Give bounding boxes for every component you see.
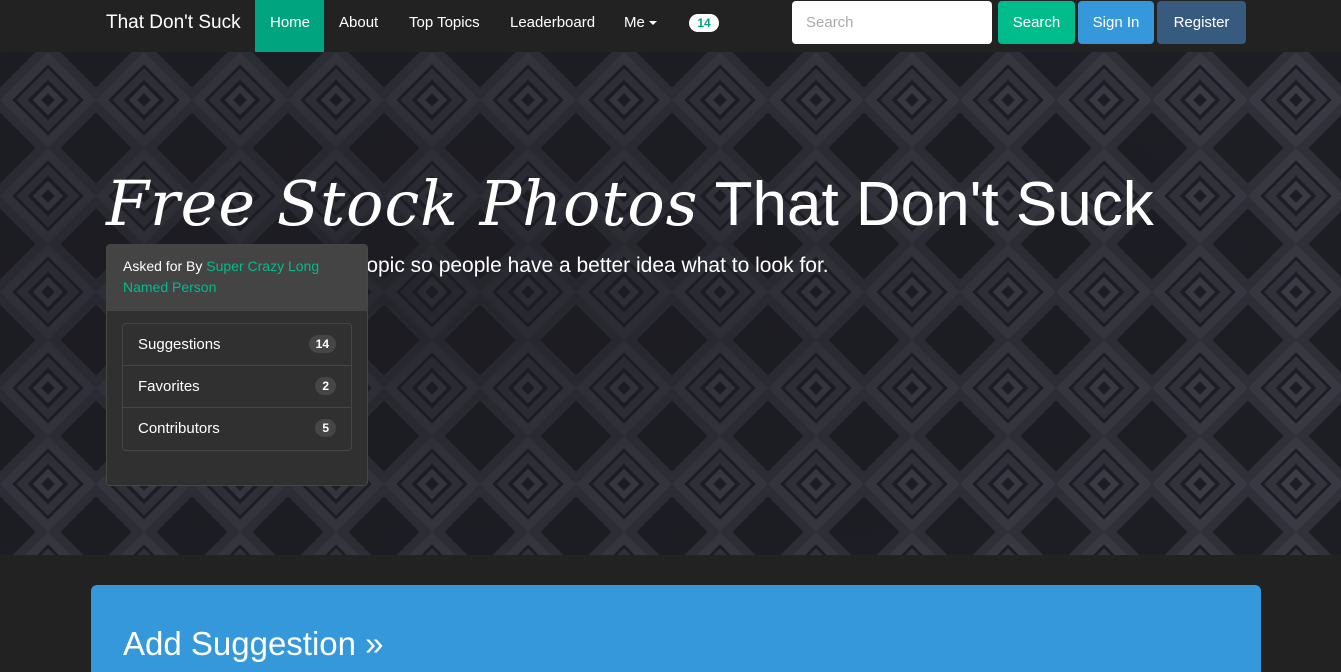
stat-label: Suggestions	[138, 336, 221, 353]
stats-list: Suggestions 14 Favorites 2 Contributors …	[122, 323, 352, 451]
sign-in-button[interactable]: Sign In	[1078, 1, 1154, 44]
nav-me-label: Me	[624, 14, 645, 31]
add-suggestion-jumbotron: Add Suggestion »	[91, 585, 1261, 672]
notification-badge[interactable]: 14	[689, 14, 719, 32]
hero-title: Free Stock Photos That Don't Suck	[106, 164, 1154, 245]
nav-about[interactable]: About	[324, 0, 393, 52]
register-button[interactable]: Register	[1157, 1, 1246, 44]
stat-label: Contributors	[138, 420, 220, 437]
panel-heading: Asked for By Super Crazy Long Named Pers…	[107, 245, 367, 311]
count-badge: 14	[308, 335, 336, 353]
list-item-favorites[interactable]: Favorites 2	[123, 366, 351, 408]
search-button[interactable]: Search	[998, 1, 1075, 44]
list-item-contributors[interactable]: Contributors 5	[123, 408, 351, 450]
topic-info-panel: Asked for By Super Crazy Long Named Pers…	[106, 244, 368, 486]
asked-for-by-label: Asked for By	[123, 258, 203, 274]
stat-label: Favorites	[138, 378, 200, 395]
nav-me-dropdown[interactable]: Me	[609, 0, 672, 52]
list-item-suggestions[interactable]: Suggestions 14	[123, 324, 351, 366]
caret-down-icon	[648, 21, 657, 26]
nav-home[interactable]: Home	[255, 0, 324, 52]
hero-title-script: Free Stock Photos	[106, 167, 699, 240]
count-badge: 5	[315, 419, 336, 437]
search-input[interactable]	[792, 1, 992, 44]
nav-leaderboard[interactable]: Leaderboard	[495, 0, 610, 52]
nav-top-topics[interactable]: Top Topics	[394, 0, 495, 52]
brand-link[interactable]: That Don't Suck	[106, 12, 241, 34]
hero-title-plain: That Don't Suck	[714, 170, 1154, 239]
count-badge: 2	[315, 377, 336, 395]
add-suggestion-link[interactable]: Add Suggestion »	[123, 625, 384, 663]
top-navbar: That Don't Suck Home About Top Topics Le…	[0, 0, 1341, 52]
